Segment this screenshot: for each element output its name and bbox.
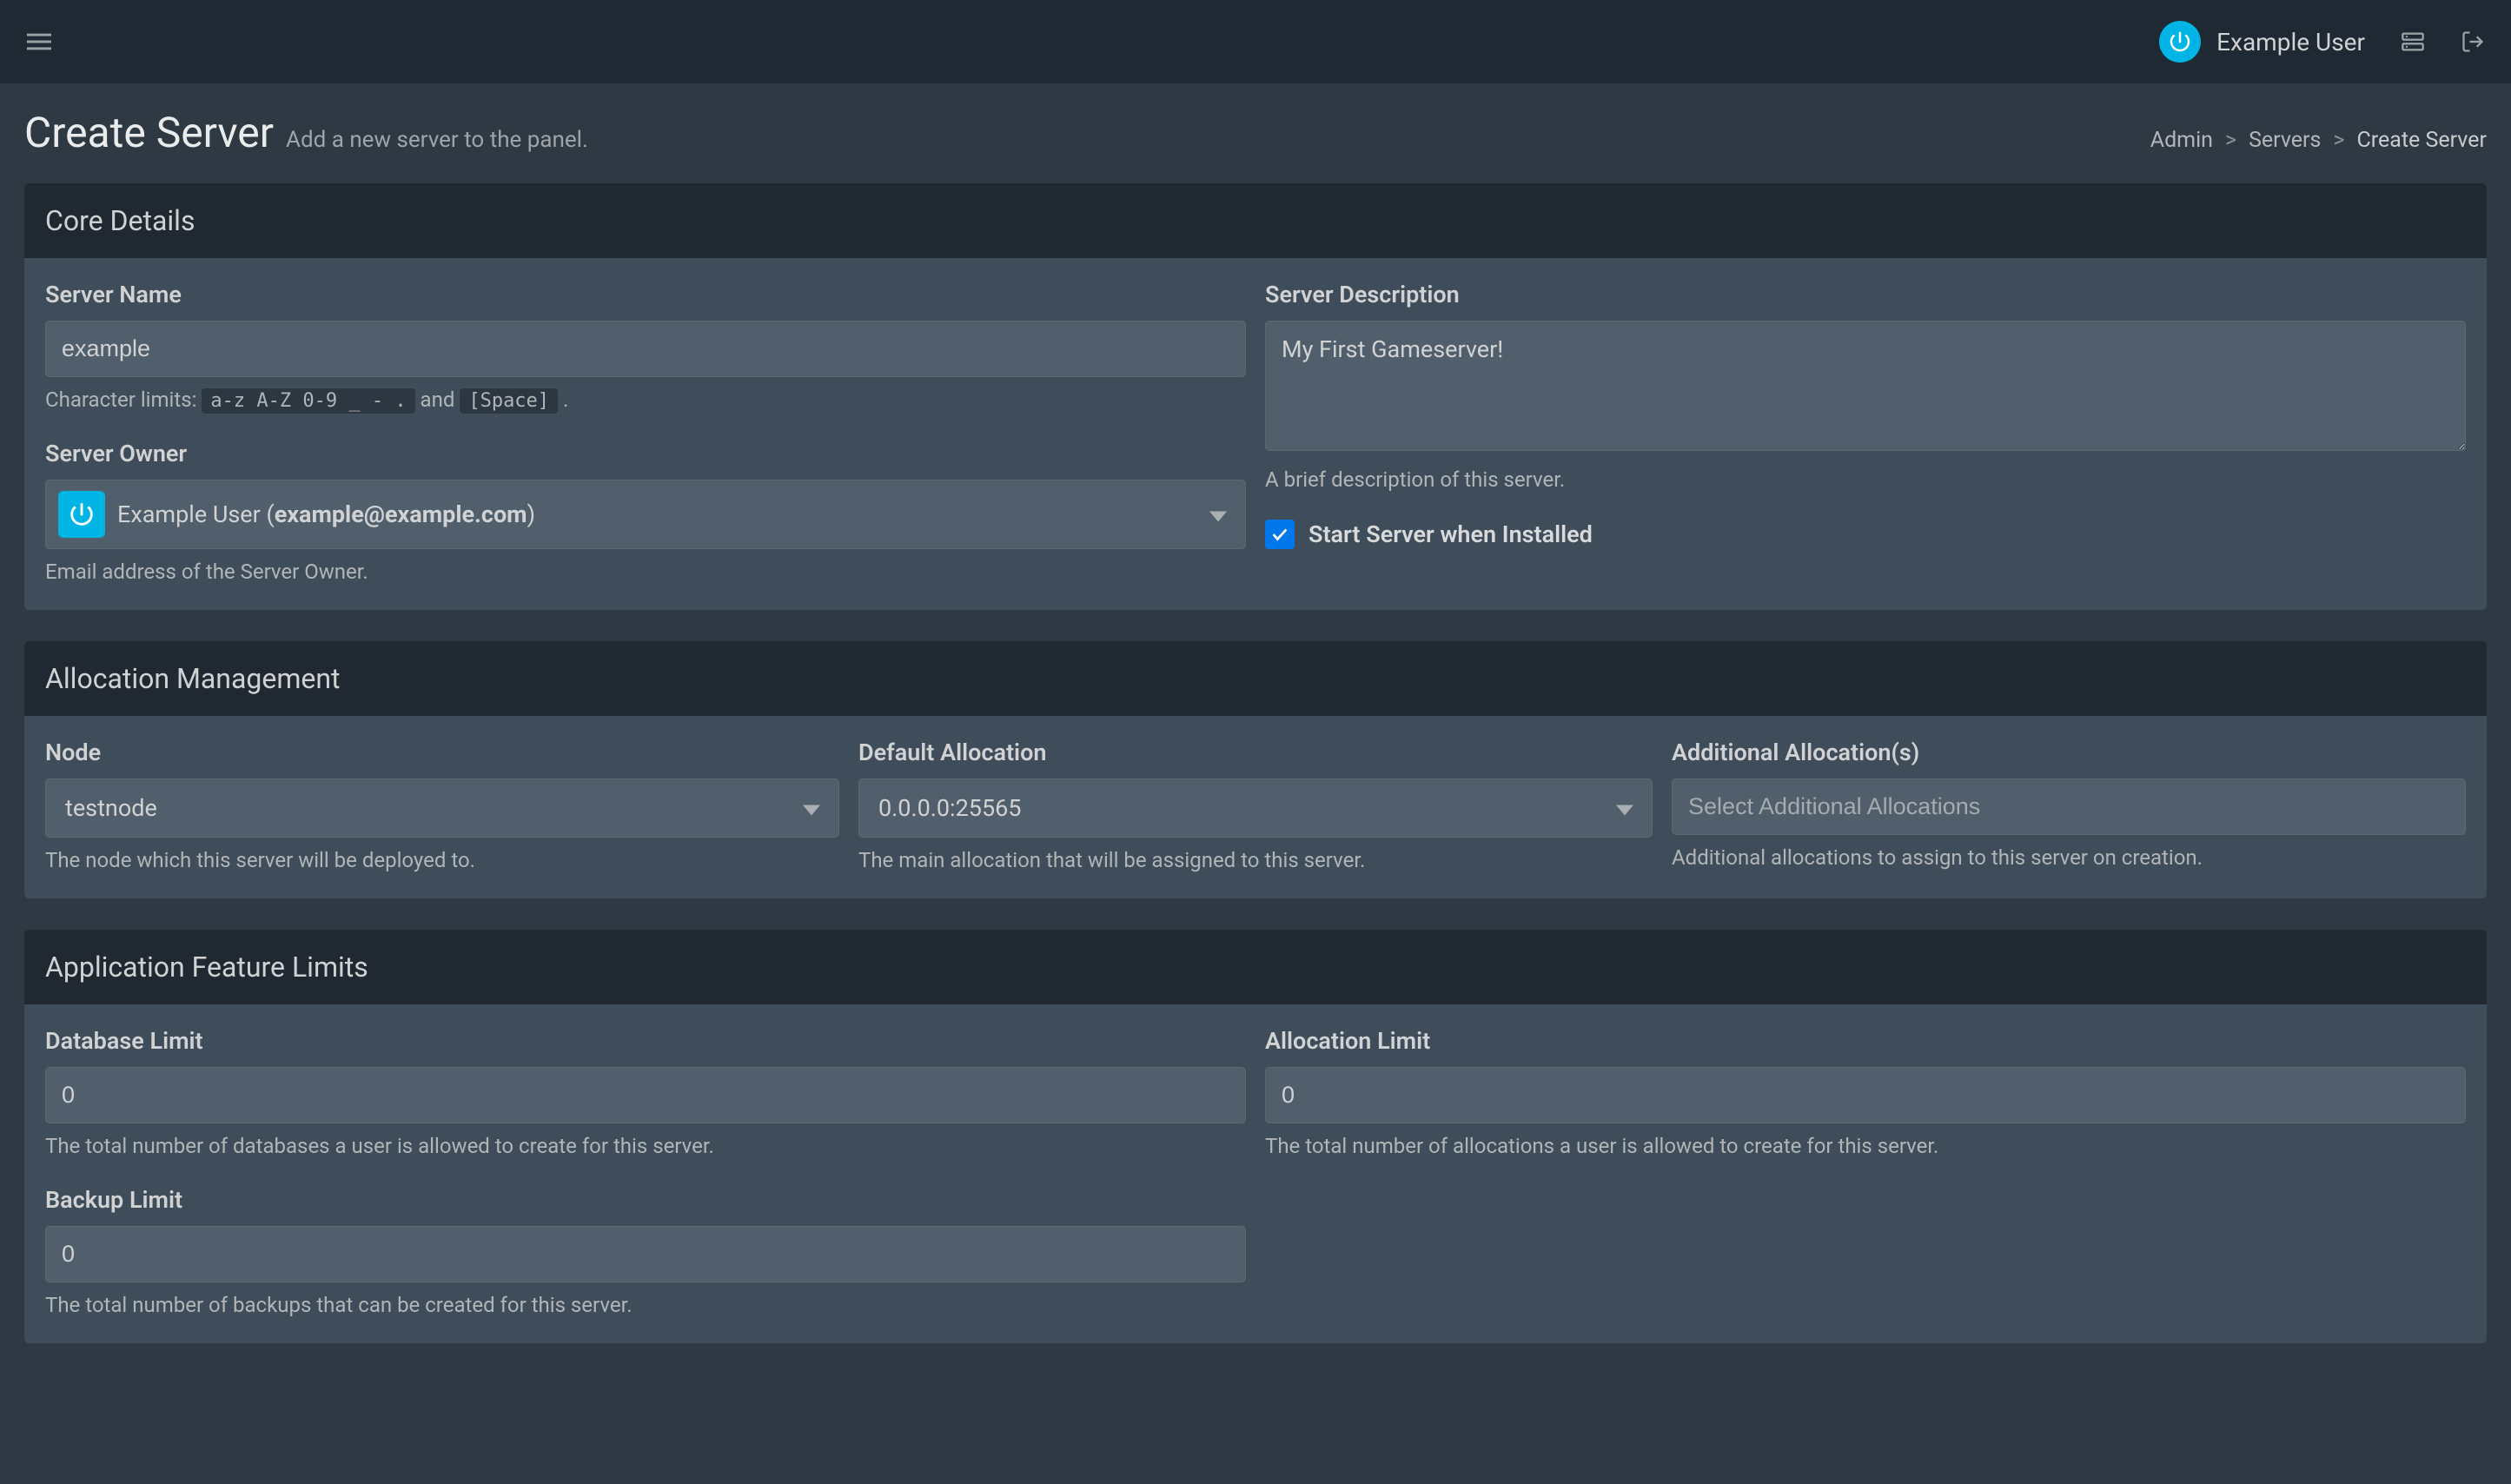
node-value: testnode xyxy=(65,794,157,822)
default-alloc-value: 0.0.0.0:25565 xyxy=(878,794,1021,822)
default-alloc-label: Default Allocation xyxy=(858,739,1653,766)
server-name-help: Character limits: a-z A-Z 0-9 _ - . and … xyxy=(45,388,1246,412)
core-details-panel: Core Details Server Name Character limit… xyxy=(24,183,2487,610)
backup-limit-help: The total number of backups that can be … xyxy=(45,1293,1246,1317)
logout-icon[interactable] xyxy=(2461,30,2485,54)
breadcrumb-admin[interactable]: Admin xyxy=(2150,128,2213,153)
start-server-checkbox[interactable] xyxy=(1265,520,1295,549)
server-name-label: Server Name xyxy=(45,281,1246,308)
power-icon xyxy=(58,491,105,538)
additional-alloc-help: Additional allocations to assign to this… xyxy=(1672,845,2466,870)
database-limit-help: The total number of databases a user is … xyxy=(45,1134,1246,1158)
node-label: Node xyxy=(45,739,839,766)
default-alloc-select[interactable]: 0.0.0.0:25565 xyxy=(858,778,1653,838)
feature-limits-panel: Application Feature Limits Database Limi… xyxy=(24,930,2487,1343)
allocation-panel: Allocation Management Node testnode The … xyxy=(24,641,2487,898)
server-description-label: Server Description xyxy=(1265,281,2466,308)
chevron-down-icon xyxy=(1616,794,1633,823)
avatar xyxy=(2159,21,2201,63)
breadcrumb-current: Create Server xyxy=(2357,128,2487,153)
server-owner-label: Server Owner xyxy=(45,440,1246,467)
server-description-input[interactable] xyxy=(1265,321,2466,451)
panel-header: Allocation Management xyxy=(24,641,2487,716)
panel-header: Application Feature Limits xyxy=(24,930,2487,1004)
allocation-limit-label: Allocation Limit xyxy=(1265,1027,2466,1055)
node-select[interactable]: testnode xyxy=(45,778,839,838)
allocation-limit-help: The total number of allocations a user i… xyxy=(1265,1134,2466,1158)
allocation-limit-input[interactable] xyxy=(1265,1067,2466,1123)
additional-alloc-input[interactable] xyxy=(1672,778,2466,835)
backup-limit-input[interactable] xyxy=(45,1226,1246,1282)
database-limit-input[interactable] xyxy=(45,1067,1246,1123)
chevron-right-icon: > xyxy=(2225,128,2236,153)
menu-icon[interactable] xyxy=(26,30,52,54)
default-alloc-help: The main allocation that will be assigne… xyxy=(858,848,1653,872)
node-help: The node which this server will be deplo… xyxy=(45,848,839,872)
start-server-label: Start Server when Installed xyxy=(1309,520,1593,548)
chevron-down-icon xyxy=(1209,500,1227,529)
servers-icon[interactable] xyxy=(2400,30,2426,54)
breadcrumb-servers[interactable]: Servers xyxy=(2249,128,2321,153)
page-subtitle: Add a new server to the panel. xyxy=(286,127,588,153)
backup-limit-label: Backup Limit xyxy=(45,1186,1246,1214)
database-limit-label: Database Limit xyxy=(45,1027,1246,1055)
panel-header: Core Details xyxy=(24,183,2487,258)
server-owner-select[interactable]: Example User (example@example.com) xyxy=(45,480,1246,549)
user-name-label: Example User xyxy=(2216,28,2365,56)
additional-alloc-label: Additional Allocation(s) xyxy=(1672,739,2466,766)
topbar: Example User xyxy=(0,0,2511,83)
chevron-right-icon: > xyxy=(2333,128,2344,153)
breadcrumb: Admin > Servers > Create Server xyxy=(2150,128,2487,153)
subheader: Create Server Add a new server to the pa… xyxy=(0,83,2511,173)
page-title: Create Server xyxy=(24,108,274,157)
user-menu[interactable]: Example User xyxy=(2159,21,2365,63)
server-name-input[interactable] xyxy=(45,321,1246,377)
server-owner-value: Example User (example@example.com) xyxy=(117,500,535,528)
chevron-down-icon xyxy=(803,794,820,823)
server-description-help: A brief description of this server. xyxy=(1265,467,2466,492)
server-owner-help: Email address of the Server Owner. xyxy=(45,560,1246,584)
